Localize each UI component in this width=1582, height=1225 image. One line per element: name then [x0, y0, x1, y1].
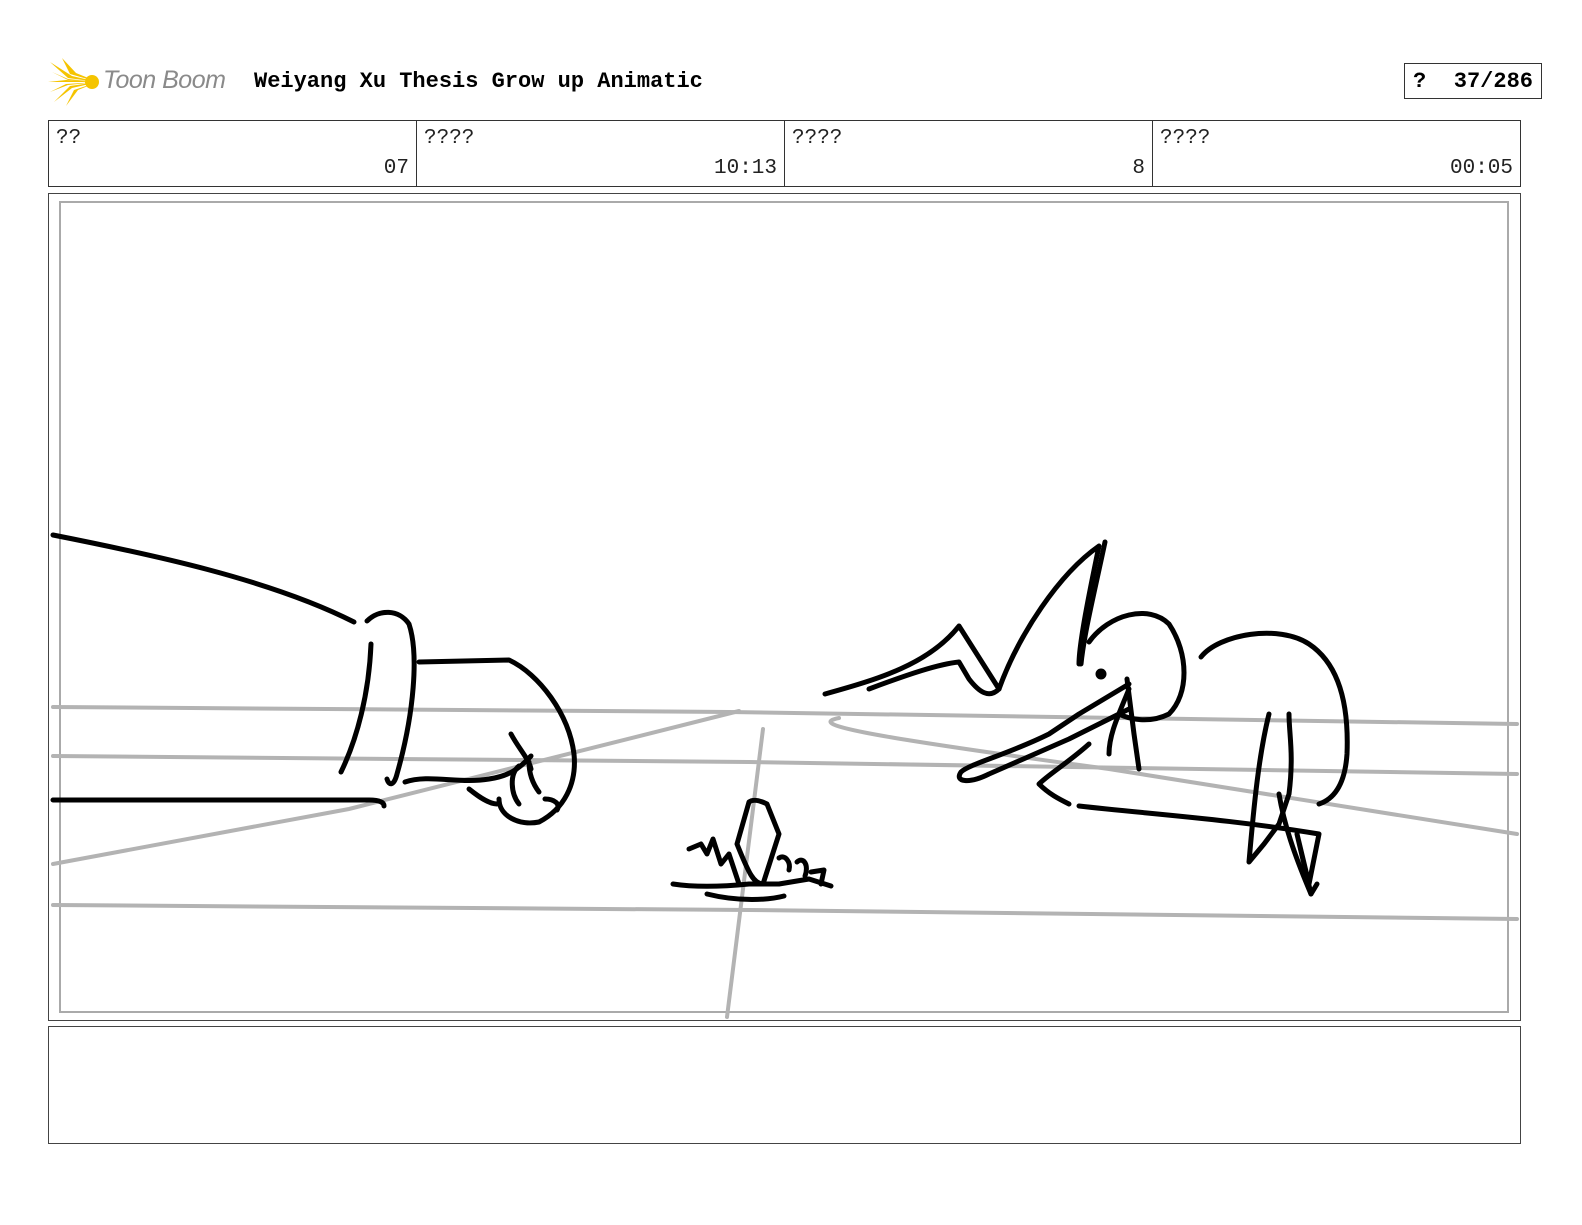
info-label: ???? [424, 127, 475, 150]
info-value: 00:05 [1449, 157, 1513, 180]
storyboard-panel [48, 193, 1521, 1021]
logo-wordmark: Toon Boom [103, 66, 226, 94]
info-cell-panel: ???? 8 [785, 121, 1153, 186]
info-label: ???? [792, 127, 843, 150]
info-value: 07 [383, 157, 409, 180]
page-counter: ? 37/286 [1404, 63, 1542, 99]
sketch-drawing [50, 532, 1519, 1019]
notes-area [48, 1026, 1521, 1144]
info-value: 8 [1132, 157, 1145, 180]
storyboard-header: Toon Boom Weiyang Xu Thesis Grow up Anim… [48, 56, 1542, 108]
info-label: ???? [1160, 127, 1211, 150]
info-cell-duration: ???? 10:13 [417, 121, 785, 186]
page-number: 37/286 [1453, 68, 1533, 94]
storyboard-title: Weiyang Xu Thesis Grow up Animatic [254, 69, 703, 94]
starburst-icon [48, 58, 99, 106]
shot-info-row: ?? 07 ???? 10:13 ???? 8 ???? 00:05 [48, 120, 1521, 187]
info-value: 10:13 [713, 157, 777, 180]
toon-boom-logo: Toon Boom [48, 56, 248, 108]
page-marker: ? [1413, 68, 1427, 94]
info-cell-panel-duration: ???? 00:05 [1153, 121, 1520, 186]
left-arm-sketch [50, 532, 577, 826]
info-label: ?? [56, 127, 82, 150]
info-cell-scene: ?? 07 [49, 121, 417, 186]
